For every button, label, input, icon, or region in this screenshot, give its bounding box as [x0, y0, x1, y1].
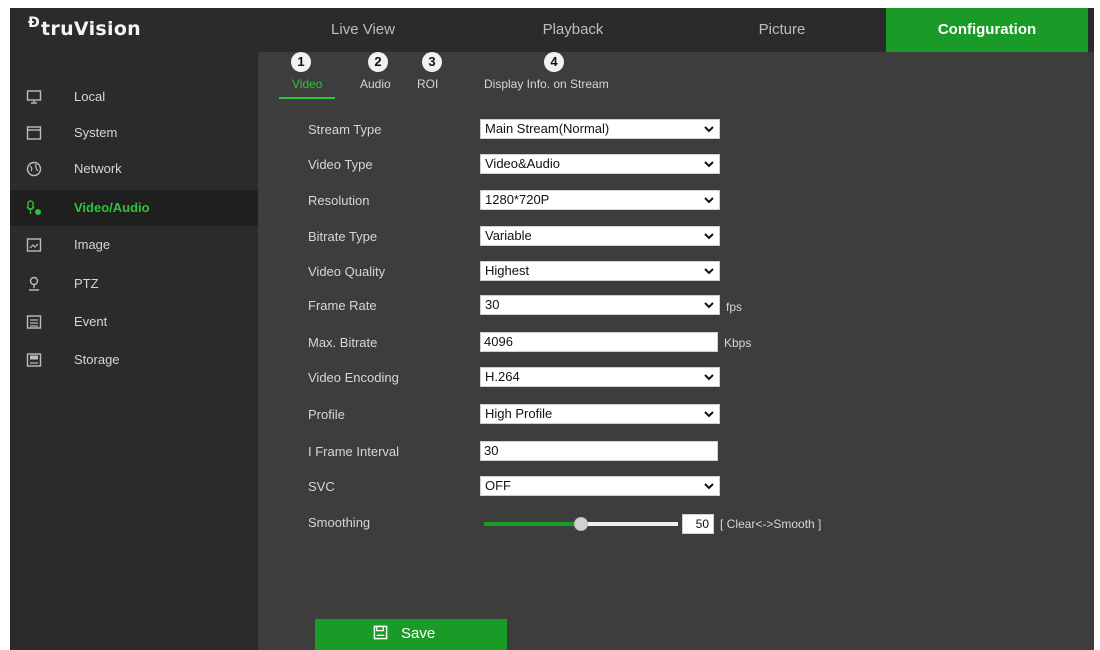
- sidebar-item-label: Local: [74, 89, 106, 104]
- video-type-value: Video&Audio: [485, 156, 560, 171]
- calendar-icon: [26, 315, 42, 329]
- image-icon: [26, 238, 42, 252]
- sidebar-item-event[interactable]: Event: [10, 304, 258, 340]
- video-type-select[interactable]: Video&Audio: [480, 154, 720, 174]
- tab-configuration[interactable]: Configuration: [886, 8, 1088, 52]
- tab-playback[interactable]: Playback: [468, 8, 678, 52]
- sidebar-item-label: Image: [74, 237, 111, 252]
- logo-mark: Ð: [28, 15, 41, 31]
- chevron-down-icon: [704, 483, 714, 490]
- video-quality-select[interactable]: Highest: [480, 261, 720, 281]
- svc-label: SVC: [308, 479, 335, 494]
- svc-select[interactable]: OFF: [480, 476, 720, 496]
- subtab-video[interactable]: Video: [279, 73, 336, 99]
- video-encoding-value: H.264: [485, 369, 520, 384]
- sidebar-item-label: Video/Audio: [74, 200, 150, 215]
- subtab-audio[interactable]: Audio: [360, 73, 391, 99]
- top-bar: ÐtruVision Live View Playback Picture Co…: [10, 8, 1094, 52]
- smoothing-slider-handle[interactable]: [574, 517, 588, 531]
- sidebar-item-ptz[interactable]: PTZ: [10, 266, 258, 302]
- smoothing-label: Smoothing: [308, 515, 371, 530]
- i-frame-interval-label: I Frame Interval: [308, 444, 400, 459]
- bitrate-type-value: Variable: [485, 228, 532, 243]
- system-window-icon: [26, 126, 42, 140]
- profile-select[interactable]: High Profile: [480, 404, 720, 424]
- save-button[interactable]: Save: [315, 619, 507, 650]
- max-bitrate-unit: Kbps: [724, 336, 752, 350]
- tab-picture[interactable]: Picture: [678, 8, 886, 52]
- max-bitrate-input[interactable]: 4096: [480, 332, 718, 352]
- i-frame-interval-input[interactable]: 30: [480, 441, 718, 461]
- profile-label: Profile: [308, 407, 345, 422]
- sidebar-item-label: PTZ: [74, 276, 99, 291]
- sidebar-item-label: Storage: [74, 352, 120, 367]
- tab-live-view[interactable]: Live View: [258, 8, 468, 52]
- callout-badge-display-info: 4: [544, 52, 564, 72]
- video-quality-label: Video Quality: [308, 264, 386, 279]
- save-button-label: Save: [401, 625, 436, 642]
- resolution-select[interactable]: 1280*720P: [480, 190, 720, 210]
- sidebar-item-label: Network: [74, 161, 122, 176]
- sidebar-item-system[interactable]: System: [10, 115, 258, 151]
- monitor-icon: [26, 90, 42, 104]
- video-encoding-select[interactable]: H.264: [480, 367, 720, 387]
- globe-icon: [26, 161, 42, 177]
- video-audio-icon: [26, 200, 41, 215]
- stream-type-label: Stream Type: [308, 122, 382, 137]
- frame-rate-select[interactable]: 30: [480, 295, 720, 315]
- storage-icon: [26, 353, 42, 367]
- stream-type-select[interactable]: Main Stream(Normal): [480, 119, 720, 139]
- sidebar-item-local[interactable]: Local: [10, 79, 258, 115]
- sidebar-item-network[interactable]: Network: [10, 151, 258, 187]
- bitrate-type-select[interactable]: Variable: [480, 226, 720, 246]
- sidebar-item-image[interactable]: Image: [10, 227, 258, 263]
- smoothing-slider-fill: [484, 522, 581, 526]
- video-quality-value: Highest: [485, 263, 530, 278]
- sidebar-item-storage[interactable]: Storage: [10, 342, 258, 378]
- chevron-down-icon: [704, 233, 714, 240]
- video-type-label: Video Type: [308, 157, 373, 172]
- video-settings-panel: 1 2 3 4 Video Audio ROI Display Info. on…: [258, 52, 1094, 650]
- video-encoding-label: Video Encoding: [308, 370, 399, 385]
- floppy-disk-icon: [373, 625, 388, 640]
- subtab-roi[interactable]: ROI: [417, 73, 438, 99]
- bitrate-type-label: Bitrate Type: [308, 229, 378, 244]
- svc-value: OFF: [485, 478, 511, 493]
- chevron-down-icon: [704, 197, 714, 204]
- smoothing-hint: [ Clear<->Smooth ]: [720, 517, 822, 531]
- sidebar: Local System Network Video/Audio Image P…: [10, 52, 258, 650]
- frame-rate-unit: fps: [726, 300, 743, 314]
- chevron-down-icon: [704, 161, 714, 168]
- callout-badge-video: 1: [291, 52, 311, 72]
- chevron-down-icon: [704, 374, 714, 381]
- chevron-down-icon: [704, 302, 714, 309]
- max-bitrate-label: Max. Bitrate: [308, 335, 378, 350]
- chevron-down-icon: [704, 126, 714, 133]
- resolution-label: Resolution: [308, 193, 370, 208]
- sidebar-item-video-audio[interactable]: Video/Audio: [10, 190, 258, 226]
- subtab-display-info[interactable]: Display Info. on Stream: [484, 73, 609, 99]
- callout-badge-audio: 2: [368, 52, 388, 72]
- sidebar-item-label: Event: [74, 314, 108, 329]
- stream-type-value: Main Stream(Normal): [485, 121, 610, 136]
- ptz-icon: [29, 276, 39, 291]
- logo-text: truVision: [41, 18, 141, 40]
- chevron-down-icon: [704, 411, 714, 418]
- frame-rate-label: Frame Rate: [308, 298, 377, 313]
- profile-value: High Profile: [485, 406, 553, 421]
- frame-rate-value: 30: [485, 297, 500, 312]
- callout-badge-roi: 3: [422, 52, 442, 72]
- smoothing-value-input[interactable]: 50: [682, 514, 714, 534]
- sidebar-item-label: System: [74, 125, 118, 140]
- truvision-logo: ÐtruVision: [28, 15, 141, 40]
- chevron-down-icon: [704, 268, 714, 275]
- resolution-value: 1280*720P: [485, 192, 550, 207]
- smoothing-slider[interactable]: [484, 517, 678, 531]
